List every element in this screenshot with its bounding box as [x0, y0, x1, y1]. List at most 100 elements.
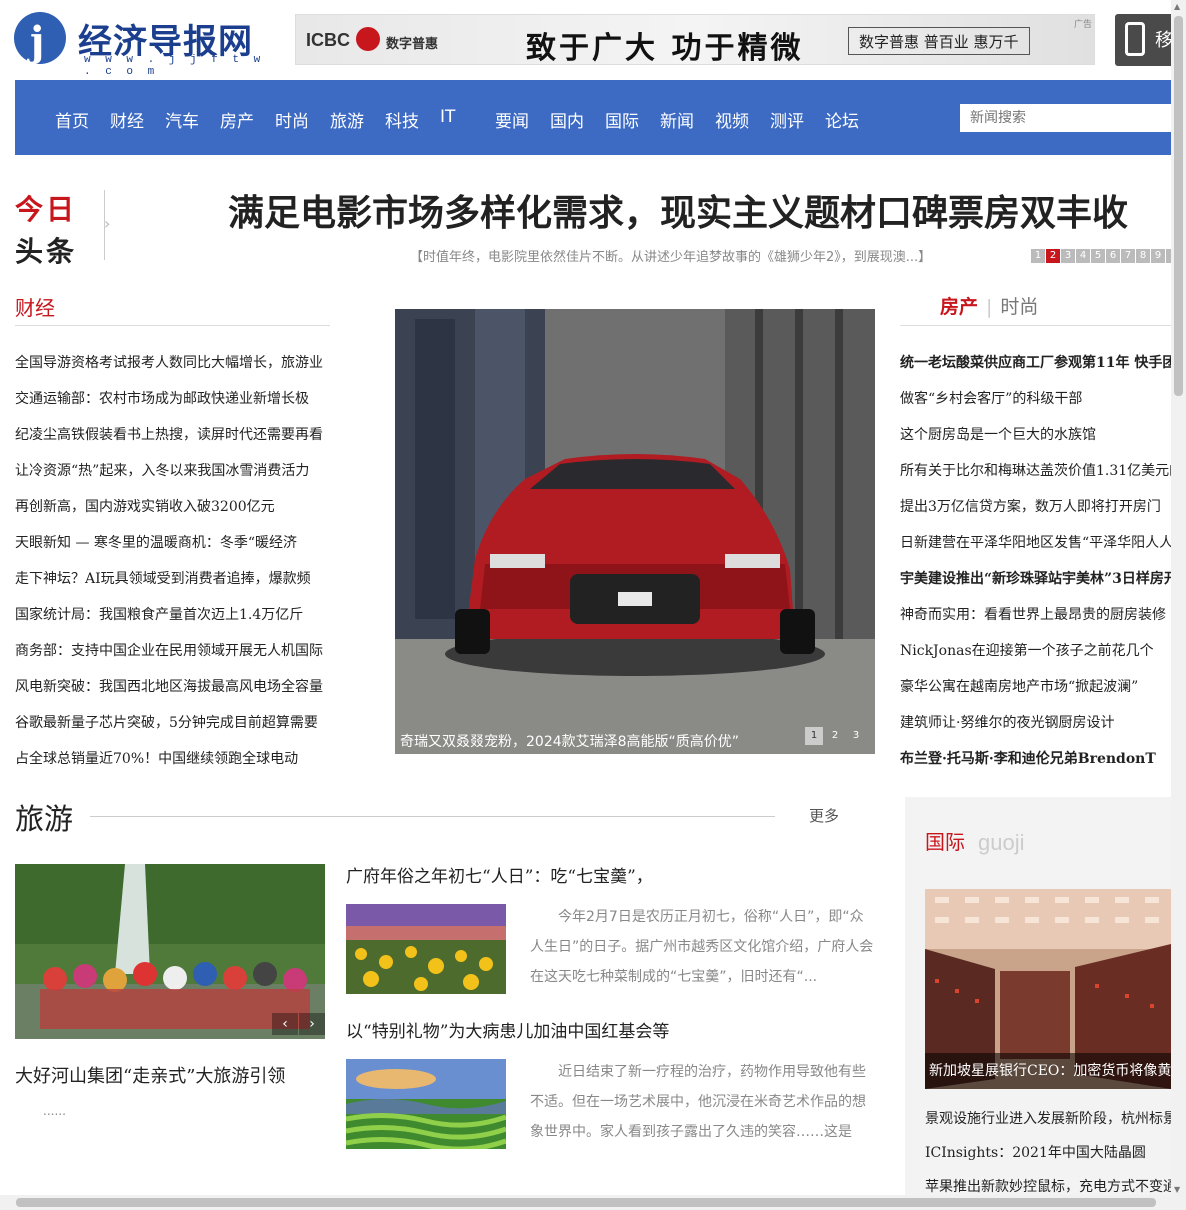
pager-item-active[interactable]: 1: [805, 727, 823, 745]
nav-item-it[interactable]: IT: [440, 107, 455, 127]
pager-item-active[interactable]: 2: [1046, 249, 1060, 263]
list-item[interactable]: 做客“乡村会客厅”的科级干部: [900, 381, 1171, 417]
site-logo[interactable]: j 经济导报网 w w w . j j f t w . c o m: [14, 12, 279, 78]
list-item[interactable]: 豪华公寓在越南房地产市场“掀起波澜”: [900, 669, 1171, 705]
slide-arrows: ‹ ›: [272, 1013, 325, 1035]
international-photo[interactable]: 新加坡星展银行CEO：加密货币将像黄金: [925, 889, 1171, 1089]
nav-item-international[interactable]: 国际: [605, 107, 639, 132]
ad-banner[interactable]: ICBC 数字普惠 致于广大 功于精微 数字普惠 普百业 惠万千 广告: [295, 14, 1095, 66]
list-item[interactable]: 统一老坛酸菜供应商工厂参观第11年 快手团建: [900, 345, 1171, 381]
list-item[interactable]: 天眼新知 — 寒冬里的温暖商机：冬季“暖经济: [15, 525, 333, 561]
arrow-right-icon[interactable]: ›: [299, 1013, 325, 1035]
horizontal-scrollbar[interactable]: [0, 1195, 1171, 1210]
nav-item-finance[interactable]: 财经: [110, 107, 144, 132]
main-nav: 首页 财经 汽车 房产 时尚 旅游 科技 IT 要闻 国内 国际 新闻 视频 测…: [15, 80, 1175, 155]
article-title[interactable]: 以“特别礼物”为大病患儿加油中国红基会等: [346, 1017, 669, 1042]
list-item[interactable]: 国家统计局：我国粮食产量首次迈上1.4万亿斤: [15, 597, 333, 633]
list-item[interactable]: 交通运输部：农村市场成为邮政快递业新增长极: [15, 381, 333, 417]
scroll-up-icon[interactable]: ▲: [1174, 2, 1180, 11]
travel-photo[interactable]: ‹ ›: [15, 864, 325, 1039]
search-input[interactable]: [960, 104, 1175, 132]
nav-item-home[interactable]: 首页: [55, 107, 89, 132]
banner-sub: 数字普惠: [386, 37, 439, 52]
international-subtitle: guoji: [978, 830, 1025, 855]
pager-item[interactable]: 1: [1031, 249, 1045, 263]
pager-item[interactable]: 5: [1091, 249, 1105, 263]
nav-item-realestate[interactable]: 房产: [220, 107, 254, 132]
list-item[interactable]: 让冷资源“热”起来，入冬以来我国冰雪消费活力: [15, 453, 333, 489]
list-item[interactable]: 占全球总销量近70%！中国继续领跑全球电动: [15, 741, 333, 777]
scrollbar-thumb[interactable]: [16, 1198, 1156, 1207]
car-photo: [395, 309, 875, 754]
pager-item[interactable]: 3: [1061, 249, 1075, 263]
pager-item[interactable]: 6: [1106, 249, 1120, 263]
list-item[interactable]: 全国导游资格考试报考人数同比大幅增长，旅游业: [15, 345, 333, 381]
pager-item[interactable]: 4: [1076, 249, 1090, 263]
vertical-scrollbar[interactable]: ▲ ▼: [1171, 0, 1186, 1210]
article-summary: 近日结束了新一疗程的治疗，药物作用导致他有些不适。但在一场艺术展中，他沉浸在米奇…: [530, 1064, 866, 1140]
international-caption[interactable]: 新加坡星展银行CEO：加密货币将像黄金: [925, 1053, 1171, 1089]
pager-item[interactable]: 3: [847, 727, 865, 745]
hero-pager: 1 2 3: [805, 727, 868, 745]
article-thumbnail[interactable]: [346, 1059, 506, 1149]
nav-item-review[interactable]: 测评: [770, 107, 804, 132]
today-label: 今日 头条: [15, 193, 78, 268]
list-item[interactable]: 纪凌尘高铁假装看书上热搜，读屏时代还需要再看: [15, 417, 333, 453]
headline-title[interactable]: 满足电影市场多样化需求，现实主义题材口碑票房双丰收: [228, 184, 1128, 236]
list-item[interactable]: NickJonas在迎接第一个孩子之前花几个: [900, 633, 1171, 669]
list-item[interactable]: 提出3万亿信贷方案，数万人即将打开房门: [900, 489, 1171, 525]
nav-item-forum[interactable]: 论坛: [825, 107, 859, 132]
article-thumbnail[interactable]: [346, 904, 506, 994]
mobile-site-link[interactable]: 移: [1115, 14, 1175, 66]
list-item[interactable]: 布兰登·托马斯·李和迪伦兄弟BrendonT: [900, 741, 1171, 777]
list-item[interactable]: 这个厨房岛是一个巨大的水族馆: [900, 417, 1171, 453]
list-item[interactable]: 景观设施行业进入发展新阶段，杭州标景: [925, 1102, 1171, 1136]
banner-bank-name: ICBC: [306, 30, 350, 50]
finance-list: 全国导游资格考试报考人数同比大幅增长，旅游业 交通运输部：农村市场成为邮政快递业…: [15, 345, 333, 777]
nav-item-auto[interactable]: 汽车: [165, 107, 199, 132]
headline-summary[interactable]: 【时值年终，电影院里依然佳片不断。从讲述少年追梦故事的《雄狮少年2》，到展现澳.…: [410, 246, 931, 265]
list-item[interactable]: 谷歌最新量子芯片突破，5分钟完成目前超算需要: [15, 705, 333, 741]
hero-caption[interactable]: 奇瑞又双叒叕宠粉，2024款艾瑞泽8高能版“质高价优”: [400, 731, 739, 751]
nav-item-video[interactable]: 视频: [715, 107, 749, 132]
logo-url: w w w . j j f t w . c o m: [84, 54, 265, 78]
tab-fashion[interactable]: 时尚: [1000, 296, 1038, 318]
banner-slogan: 致于广大 功于精微: [526, 31, 804, 66]
divider: [900, 325, 1171, 326]
nav-item-fashion[interactable]: 时尚: [275, 107, 309, 132]
list-item[interactable]: 再创新高，国内游戏实销收入破3200亿元: [15, 489, 333, 525]
list-item[interactable]: 所有关于比尔和梅琳达盖茨价值1.31亿美元的: [900, 453, 1171, 489]
list-item[interactable]: 建筑师让·努维尔的夜光钢厨房设计: [900, 705, 1171, 741]
nav-item-tech[interactable]: 科技: [385, 107, 419, 132]
list-item[interactable]: 宇美建设推出“新珍珠驿站宇美林”3日样房开: [900, 561, 1171, 597]
nav-item-headlines[interactable]: 要闻: [495, 107, 529, 132]
travel-section-title[interactable]: 旅游: [15, 796, 73, 838]
international-section-title[interactable]: 国际: [925, 826, 965, 855]
list-item[interactable]: 日新建营在平泽华阳地区发售“平泽华阳人人: [900, 525, 1171, 561]
list-item[interactable]: ICInsights：2021年中国大陆晶圆: [925, 1136, 1171, 1170]
scroll-down-icon[interactable]: ▼: [1174, 1185, 1180, 1194]
list-item[interactable]: 商务部：支持中国企业在民用领域开展无人机国际: [15, 633, 333, 669]
more-link[interactable]: 更多: [809, 805, 839, 826]
pager-item[interactable]: 9: [1151, 249, 1165, 263]
pager-item[interactable]: 8: [1136, 249, 1150, 263]
scrollbar-thumb[interactable]: [1174, 16, 1183, 396]
travel-caption[interactable]: 大好河山集团“走亲式”大旅游引领: [15, 1062, 285, 1088]
tab-realestate[interactable]: 房产: [940, 296, 978, 318]
list-item[interactable]: 风电新突破：我国西北地区海拔最高风电场全容量: [15, 669, 333, 705]
nav-item-news[interactable]: 新闻: [660, 107, 694, 132]
nav-item-travel[interactable]: 旅游: [330, 107, 364, 132]
chevron-right-icon: ›: [104, 214, 111, 233]
flower-field-photo: [346, 904, 506, 994]
bank-logo-icon: [356, 27, 380, 51]
travel-ellipsis: ......: [43, 1104, 66, 1118]
finance-section-title[interactable]: 财经: [15, 292, 55, 321]
list-item[interactable]: 走下神坛？AI玩具领域受到消费者追捧，爆款频: [15, 561, 333, 597]
nav-item-domestic[interactable]: 国内: [550, 107, 584, 132]
pager-item[interactable]: 2: [826, 727, 844, 745]
hero-slideshow[interactable]: 奇瑞又双叒叕宠粉，2024款艾瑞泽8高能版“质高价优” 1 2 3: [395, 309, 875, 754]
article-title[interactable]: 广府年俗之年初七“人日”：吃“七宝羹”，: [346, 862, 653, 887]
list-item[interactable]: 神奇而实用：看看世界上最昂贵的厨房装修: [900, 597, 1171, 633]
arrow-left-icon[interactable]: ‹: [272, 1013, 298, 1035]
pager-item[interactable]: 7: [1121, 249, 1135, 263]
